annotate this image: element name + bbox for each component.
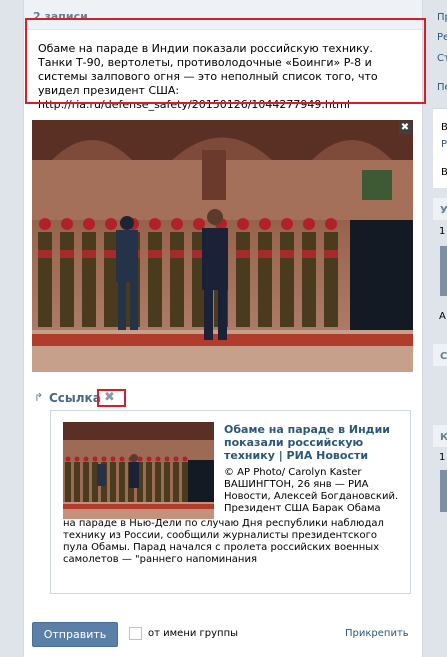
sidebar-thumbnail[interactable] [440,470,447,512]
sidebar-item[interactable]: Ст [437,53,447,64]
parade-photo [32,120,413,372]
photo-close-icon[interactable]: ✖ [399,122,411,134]
link-kind-label: Ссылка [49,391,101,405]
attach-link[interactable]: Прикрепить [345,628,409,639]
remove-x-icon[interactable]: ✖ [104,390,115,405]
attached-photo[interactable]: ✖ [32,120,413,372]
post-as-group-label[interactable]: от имени группы [148,628,238,639]
link-description-top: © AP Photo/ Carolyn Kaster ВАШИНГТОН, 26… [224,467,399,514]
right-sidebar: Пр Ре Ст Пе [433,0,447,657]
sidebar-caption[interactable]: А [439,311,446,322]
sidebar-block-text: В [441,167,447,178]
sidebar-item[interactable]: Пр [437,12,447,23]
sidebar-block-link[interactable]: Р [441,139,447,150]
sidebar-header: У [440,205,447,216]
link-thumbnail[interactable] [63,422,214,519]
link-remove-button[interactable]: ✖ [97,389,126,407]
sidebar-item[interactable]: Пе [437,82,447,93]
sidebar-item[interactable]: Ре [437,32,447,43]
link-preview-card[interactable]: Обаме на параде в Индии показали российс… [50,410,411,594]
page: 2 записи Обаме на параде в Индии показал… [0,0,447,657]
link-arrow-icon: ↱ [34,391,44,404]
link-title[interactable]: Обаме на параде в Индии показали российс… [224,423,394,462]
sidebar-header: С [440,351,447,362]
highlight-box-post-text [25,18,426,104]
post-as-group-checkbox[interactable] [129,627,142,640]
send-button[interactable]: Отправить [32,622,118,647]
sidebar-header: К [440,432,447,443]
sidebar-block-text: В [441,122,447,133]
thumbnail-image [63,422,214,519]
sidebar-thumbnail[interactable] [440,246,447,296]
sidebar-count: 1 [439,452,446,463]
link-description-bottom: на параде в Нью-Дели по случаю Дня респу… [63,518,384,565]
sidebar-count: 1 [439,226,446,237]
